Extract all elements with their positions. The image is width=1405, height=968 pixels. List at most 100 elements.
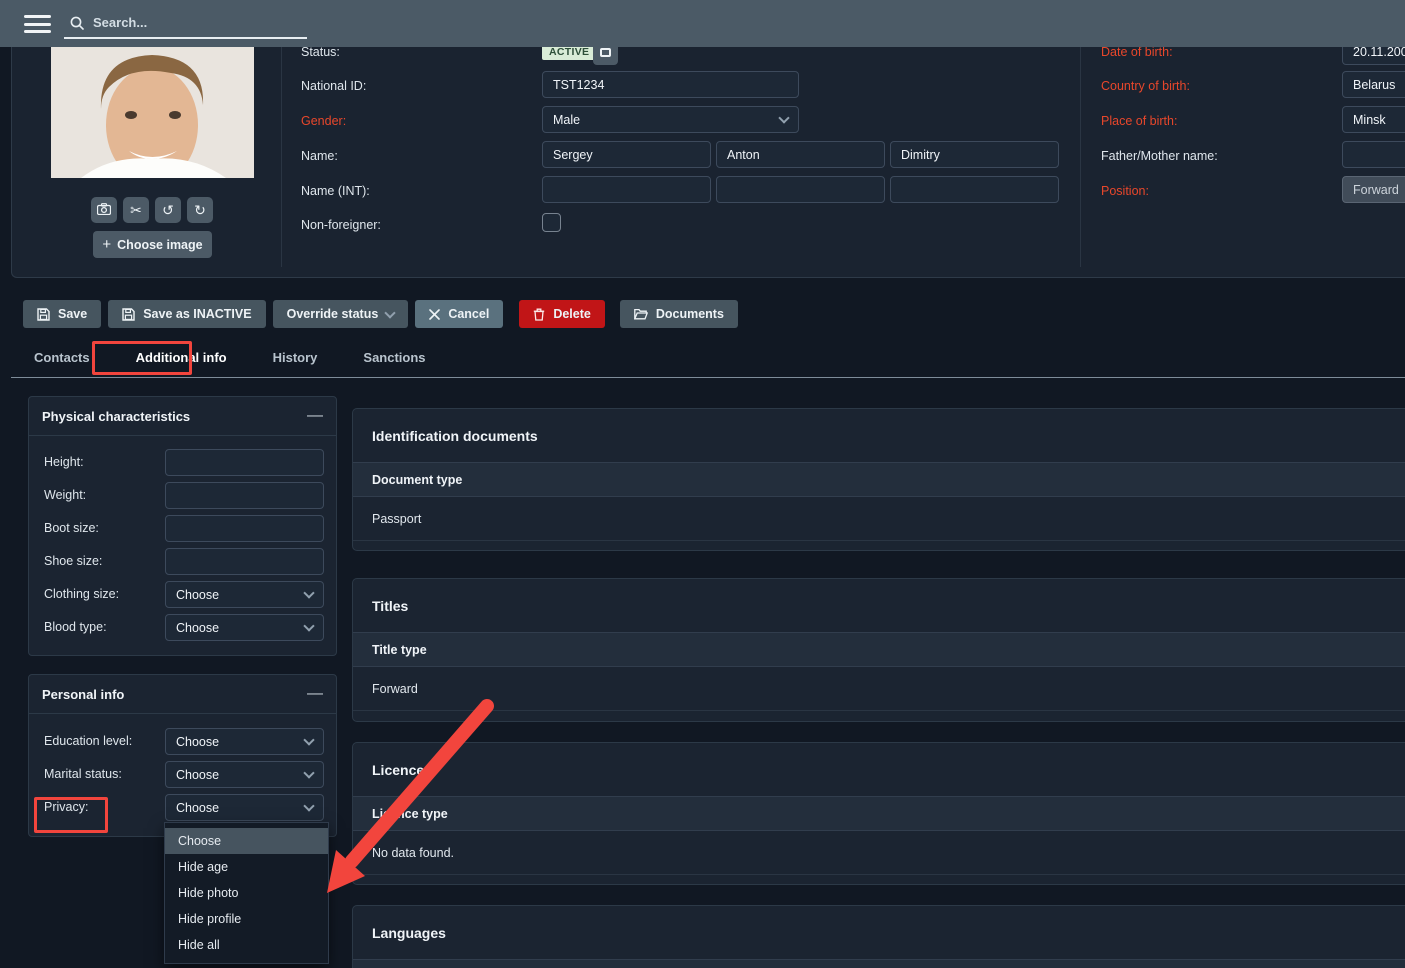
blood-type-label: Blood type: — [44, 620, 107, 634]
save-button[interactable]: Save — [23, 300, 101, 328]
rotate-right-icon[interactable]: ↻ — [187, 197, 213, 223]
privacy-select[interactable]: Choose — [165, 794, 324, 821]
position-input — [1342, 176, 1405, 203]
folder-open-icon — [634, 308, 648, 320]
clothing-size-label: Clothing size: — [44, 587, 119, 601]
table-row[interactable]: Passport — [353, 497, 1405, 541]
education-level-label: Education level: — [44, 734, 132, 748]
section-title: Titles — [353, 579, 1405, 614]
privacy-label: Privacy: — [44, 800, 88, 814]
search-input[interactable] — [93, 15, 263, 30]
section-title: Identification documents — [353, 409, 1405, 444]
action-bar: Save Save as INACTIVE Override status Ca… — [23, 300, 738, 328]
chevron-down-icon — [303, 734, 314, 745]
place-of-birth-label: Place of birth: — [1101, 114, 1177, 128]
section-title: Licences — [353, 743, 1405, 778]
column-header: Title type — [353, 632, 1405, 667]
column-header: Language — [353, 959, 1405, 968]
menu-item-hide-photo[interactable]: Hide photo — [165, 880, 328, 906]
search-icon — [70, 16, 84, 30]
camera-icon[interactable] — [91, 197, 117, 223]
parent-name-label: Father/Mother name: — [1101, 149, 1218, 163]
height-label: Height: — [44, 455, 84, 469]
trash-icon — [533, 308, 545, 321]
weight-label: Weight: — [44, 488, 86, 502]
chevron-down-icon — [303, 587, 314, 598]
name-first-input[interactable] — [542, 141, 711, 168]
delete-button[interactable]: Delete — [519, 300, 605, 328]
boot-size-label: Boot size: — [44, 521, 99, 535]
shoe-size-label: Shoe size: — [44, 554, 102, 568]
name-last-input[interactable] — [890, 141, 1059, 168]
country-of-birth-label: Country of birth: — [1101, 79, 1190, 93]
divider — [1080, 47, 1081, 267]
weight-input[interactable] — [165, 482, 324, 509]
search-field[interactable] — [64, 8, 307, 39]
save-as-inactive-button[interactable]: Save as INACTIVE — [108, 300, 265, 328]
cancel-button[interactable]: Cancel — [415, 300, 503, 328]
crop-scissors-icon[interactable]: ✂ — [123, 197, 149, 223]
titles-section: Titles Title type Forward — [352, 578, 1405, 722]
menu-item-hide-profile[interactable]: Hide profile — [165, 906, 328, 932]
tab-sanctions[interactable]: Sanctions — [340, 344, 448, 377]
profile-photo — [51, 47, 254, 178]
documents-button[interactable]: Documents — [620, 300, 738, 328]
country-of-birth-input[interactable] — [1342, 71, 1405, 98]
collapse-icon[interactable]: — — [307, 407, 323, 425]
gender-select[interactable]: Male — [542, 106, 799, 133]
non-foreigner-checkbox[interactable] — [542, 213, 561, 232]
national-id-input[interactable] — [542, 71, 799, 98]
section-title: Languages — [353, 906, 1405, 941]
tab-contacts[interactable]: Contacts — [11, 344, 113, 377]
clothing-size-select[interactable]: Choose — [165, 581, 324, 608]
marital-status-label: Marital status: — [44, 767, 122, 781]
table-row[interactable]: Forward — [353, 667, 1405, 711]
name-middle-input[interactable] — [716, 141, 885, 168]
panel-title: Physical characteristics — [42, 409, 190, 424]
boot-size-input[interactable] — [165, 515, 324, 542]
tab-additional-info[interactable]: Additional info — [113, 344, 250, 377]
empty-state-text: No data found. — [353, 831, 1405, 875]
marital-status-select[interactable]: Choose — [165, 761, 324, 788]
height-input[interactable] — [165, 449, 324, 476]
hamburger-menu-icon[interactable] — [24, 15, 51, 33]
panel-header[interactable]: Physical characteristics — — [29, 397, 336, 436]
blood-type-select[interactable]: Choose — [165, 614, 324, 641]
rotate-left-icon[interactable]: ↺ — [155, 197, 181, 223]
menu-item-hide-age[interactable]: Hide age — [165, 854, 328, 880]
menu-item-hide-all[interactable]: Hide all — [165, 932, 328, 958]
square-icon — [600, 48, 611, 57]
education-level-select[interactable]: Choose — [165, 728, 324, 755]
menu-item-choose[interactable]: Choose — [165, 828, 328, 854]
licences-section: Licences Licence type No data found. — [352, 742, 1405, 885]
save-icon — [37, 308, 50, 321]
identification-documents-section: Identification documents Document type P… — [352, 408, 1405, 551]
place-of-birth-input[interactable] — [1342, 106, 1405, 133]
name-int-label: Name (INT): — [301, 184, 370, 198]
save-icon — [122, 308, 135, 321]
dob-label: Date of birth: — [1101, 45, 1173, 59]
shoe-size-input[interactable] — [165, 548, 324, 575]
chevron-down-icon — [778, 112, 789, 123]
override-status-button[interactable]: Override status — [273, 300, 409, 328]
chevron-down-icon — [303, 800, 314, 811]
personal-info-panel: Personal info — Education level: Choose … — [28, 674, 337, 837]
name-label: Name: — [301, 149, 338, 163]
name-int-first-input[interactable] — [542, 176, 711, 203]
close-icon — [429, 309, 440, 320]
choose-image-button[interactable]: +Choose image — [93, 231, 212, 258]
privacy-dropdown-menu: Choose Hide age Hide photo Hide profile … — [164, 822, 329, 964]
status-label: Status: — [301, 45, 340, 59]
gender-label: Gender: — [301, 114, 346, 128]
parent-name-input[interactable] — [1342, 141, 1405, 168]
plus-icon: + — [102, 236, 111, 253]
name-int-middle-input[interactable] — [716, 176, 885, 203]
name-int-last-input[interactable] — [890, 176, 1059, 203]
tab-bar: Contacts Additional info History Sanctio… — [11, 344, 1405, 378]
panel-header[interactable]: Personal info — — [29, 675, 336, 714]
tab-history[interactable]: History — [250, 344, 341, 377]
collapse-icon[interactable]: — — [307, 685, 323, 703]
topbar — [0, 0, 1405, 47]
non-foreigner-label: Non-foreigner: — [301, 218, 381, 232]
column-header: Licence type — [353, 796, 1405, 831]
